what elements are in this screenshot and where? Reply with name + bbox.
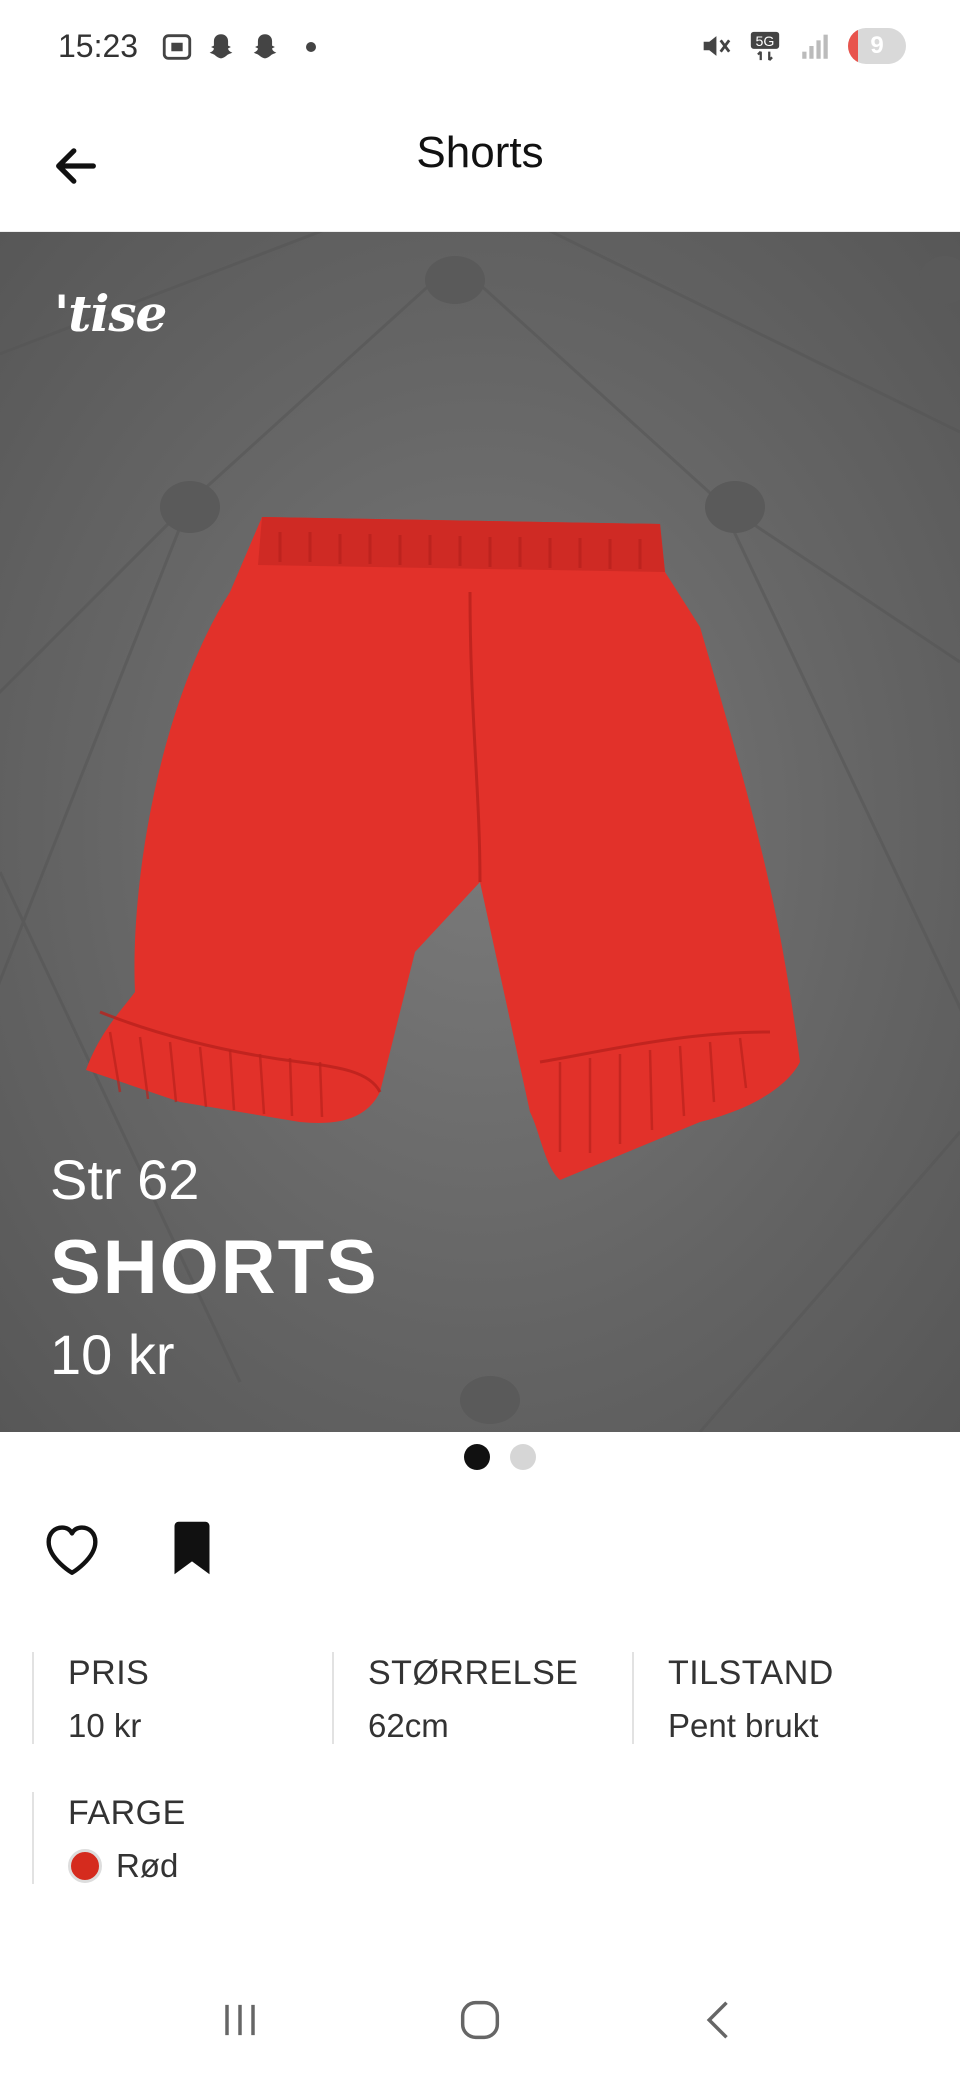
status-notifications <box>160 30 316 64</box>
network-5g-icon: 5G <box>750 31 780 61</box>
color-swatch <box>68 1849 102 1883</box>
detail-label: TILSTAND <box>668 1654 834 1692</box>
status-time: 15:23 <box>58 28 139 64</box>
detail-condition: TILSTAND Pent brukt <box>632 1652 932 1744</box>
system-nav-bar <box>0 1960 960 2080</box>
recents-icon <box>225 2004 255 2036</box>
home-icon <box>460 2000 500 2040</box>
battery-indicator: 9 <box>848 28 906 64</box>
bookmark-icon <box>174 1521 210 1575</box>
detail-label: FARGE <box>68 1794 186 1832</box>
snapchat-icon <box>209 34 233 59</box>
detail-value: Pent brukt <box>668 1707 819 1744</box>
detail-label: STØRRELSE <box>368 1654 579 1692</box>
home-button[interactable] <box>450 1990 510 2050</box>
detail-color: FARGE Rød <box>32 1792 352 1884</box>
more-notifications-dot <box>306 42 316 52</box>
overlay-size-text: Str 62 <box>50 1148 200 1211</box>
status-bar: 15:23 5G 9 <box>0 0 960 100</box>
screenshot-icon <box>162 34 192 60</box>
pager-dot-1[interactable] <box>464 1444 490 1470</box>
action-buttons <box>34 1510 230 1586</box>
carousel-pager <box>0 1444 960 1470</box>
system-back-button[interactable] <box>690 1990 750 2050</box>
overlay-title-text: SHORTS <box>50 1225 379 1310</box>
save-button[interactable] <box>154 1510 230 1586</box>
detail-value: 62cm <box>368 1707 449 1744</box>
back-chevron-icon <box>706 2001 728 2039</box>
brand-logo: 'tise <box>54 284 167 343</box>
detail-label: PRIS <box>68 1654 150 1692</box>
app-bar: Shorts <box>0 100 960 232</box>
signal-icon <box>802 34 828 59</box>
details-row: FARGE Rød <box>32 1792 932 1884</box>
detail-size: STØRRELSE 62cm <box>332 1652 632 1744</box>
detail-value: Rød <box>68 1847 352 1885</box>
page-title: Shorts <box>416 128 544 177</box>
recents-button[interactable] <box>210 1990 270 2050</box>
like-button[interactable] <box>34 1510 110 1586</box>
pager-dot-2[interactable] <box>510 1444 536 1470</box>
overlay-price-text: 10 kr <box>50 1323 175 1386</box>
red-shorts <box>86 517 800 1180</box>
color-name: Rød <box>116 1847 179 1884</box>
battery-level: 9 <box>870 32 884 59</box>
status-system-icons: 5G 9 <box>698 28 906 64</box>
detail-value: 10 kr <box>68 1707 142 1744</box>
heart-icon <box>46 1525 98 1575</box>
product-details: PRIS 10 kr STØRRELSE 62cm TILSTAND Pent … <box>32 1652 932 1932</box>
details-row: PRIS 10 kr STØRRELSE 62cm TILSTAND Pent … <box>32 1652 932 1744</box>
mute-icon <box>703 36 731 56</box>
snapchat-icon <box>253 34 277 59</box>
detail-price: PRIS 10 kr <box>32 1652 332 1744</box>
svg-text:5G: 5G <box>756 34 775 50</box>
product-image-carousel[interactable]: 'tise Str 62 SHORTS 10 kr <box>0 232 960 1432</box>
